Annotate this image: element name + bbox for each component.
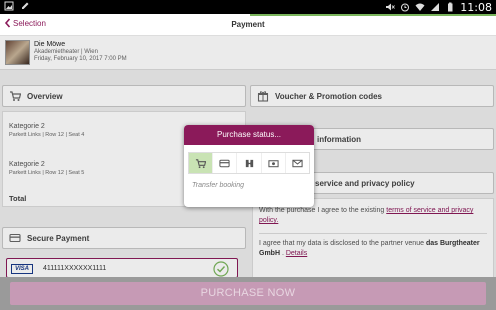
step-money — [262, 153, 286, 173]
step-mail — [286, 153, 309, 173]
status-text: Transfer booking — [192, 182, 245, 189]
purchase-status-dialog: Purchase status... Transfer booking — [184, 125, 314, 207]
purchase-now-button[interactable]: PURCHASE NOW — [10, 282, 486, 305]
dialog-title: Purchase status... — [184, 125, 314, 145]
alarm-icon — [401, 3, 410, 12]
bottom-bar: PURCHASE NOW — [0, 277, 496, 310]
battery-icon — [448, 2, 453, 12]
mute-icon — [386, 3, 396, 11]
step-ticket — [237, 153, 262, 173]
edit-icon — [22, 2, 29, 9]
app-bar: Selection Payment — [0, 14, 496, 36]
status-bar: 11:08 — [0, 0, 496, 14]
progress-accent — [250, 14, 496, 16]
barcode-icon — [245, 159, 253, 167]
gallery-icon — [4, 1, 14, 11]
mail-icon — [292, 159, 303, 167]
clock: 11:08 — [460, 0, 492, 14]
step-cart — [189, 153, 214, 173]
page-title: Payment — [231, 20, 265, 29]
credit-card-icon — [219, 159, 230, 167]
money-icon — [268, 159, 279, 167]
signal-icon — [431, 3, 440, 11]
step-payment — [213, 153, 238, 173]
wifi-icon — [415, 3, 425, 11]
cart-icon — [196, 158, 207, 168]
purchase-steps — [188, 152, 310, 174]
